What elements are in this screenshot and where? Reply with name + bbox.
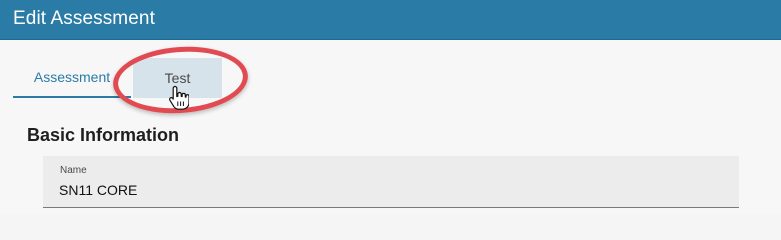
tab-assessment-label: Assessment [33,69,111,85]
name-field-value[interactable]: SN11 CORE [59,182,137,198]
name-field[interactable]: Name SN11 CORE [43,156,739,208]
dialog-title: Edit Assessment [13,8,155,29]
hand-pointer-icon [169,85,189,110]
section-title: Basic Information [27,125,180,145]
name-field-label: Name [60,165,87,176]
dialog-header: Edit Assessment [0,0,781,40]
